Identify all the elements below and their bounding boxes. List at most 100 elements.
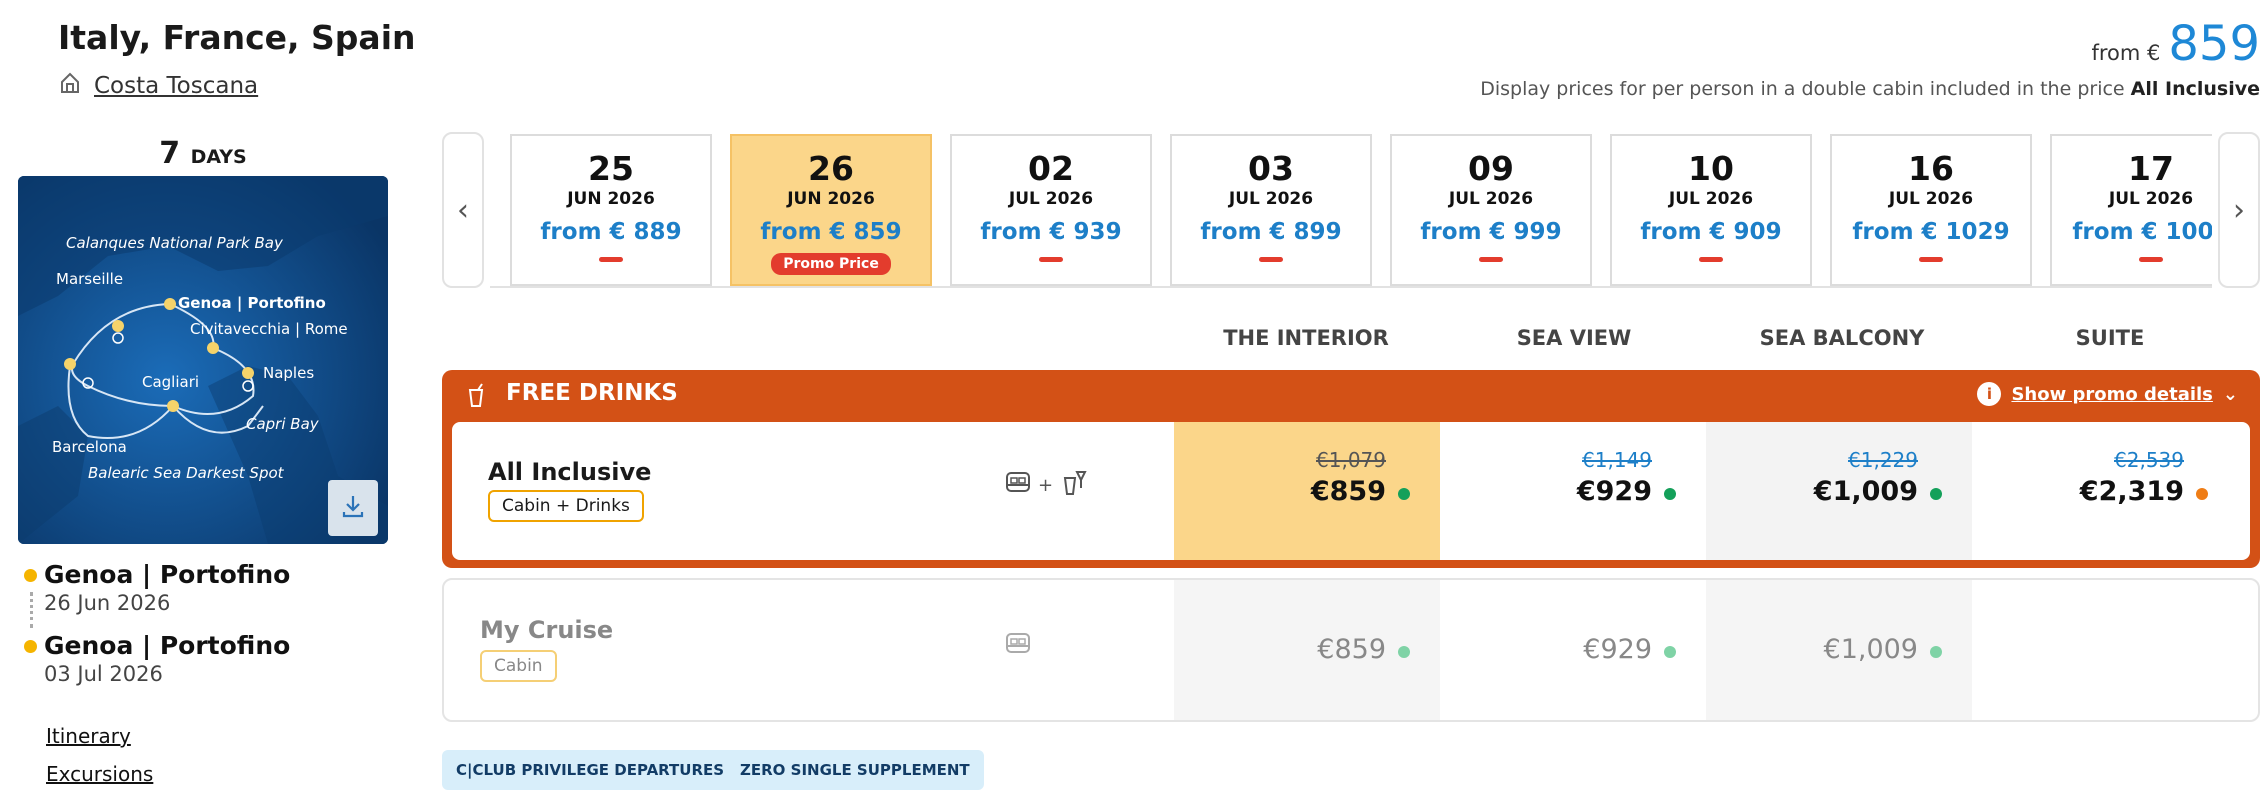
col-header-sea-view: SEA VIEW	[1516, 326, 1632, 350]
availability-bar	[2139, 257, 2163, 262]
date-carousel: 25 JUN 2026 from € 889 26 JUN 2026 from …	[510, 134, 2212, 286]
date-card[interactable]: 10 JUL 2026 from € 909	[1610, 134, 1812, 286]
cruise-duration: 7 DAYS	[18, 136, 388, 171]
map-label: Capri Bay	[246, 415, 320, 433]
map-label: Cagliari	[142, 373, 199, 391]
date-month: JUL 2026	[1228, 189, 1314, 209]
date-month: JUL 2026	[1008, 189, 1094, 209]
price-cell-sea-view[interactable]: €1,149 €929	[1440, 422, 1706, 560]
plus-sign: +	[1038, 474, 1054, 496]
date-month: JUL 2026	[1448, 189, 1534, 209]
date-price: from € 889	[540, 219, 682, 245]
date-day: 16	[1908, 149, 1954, 188]
next-dates-button[interactable]: ›	[2218, 132, 2260, 288]
map-label: Marseille	[56, 270, 123, 288]
availability-bar	[1039, 257, 1063, 262]
date-month: JUN 2026	[787, 189, 875, 209]
availability-bar	[1479, 257, 1503, 262]
carousel-divider	[490, 286, 2212, 288]
map-label: Calanques National Park Bay	[66, 234, 284, 252]
promo-badge: Promo Price	[771, 253, 891, 275]
show-promo-details-link[interactable]: i Show promo details ⌄	[1977, 382, 2238, 406]
price-cell-interior[interactable]: €859	[1174, 580, 1440, 720]
chip-zero-single-supplement: ZERO SINGLE SUPPLEMENT	[726, 750, 984, 790]
disclaimer-bold: All Inclusive	[2130, 78, 2260, 100]
chevron-left-icon: ‹	[457, 192, 469, 228]
days-label: DAYS	[190, 146, 247, 168]
ship-name[interactable]: Costa Toscana	[94, 73, 258, 99]
date-card[interactable]: 09 JUL 2026 from € 999	[1390, 134, 1592, 286]
date-month: JUL 2026	[1888, 189, 1974, 209]
col-header-suite: SUITE	[2075, 326, 2145, 350]
availability-dot	[1930, 488, 1942, 500]
from-price: from € 859	[2091, 16, 2260, 72]
date-day: 03	[1248, 149, 1294, 188]
cocktail-icon	[1059, 468, 1089, 502]
date-price: from € 899	[1200, 219, 1342, 245]
promo-details-label[interactable]: Show promo details	[2011, 384, 2212, 405]
stop-name: Genoa | Portofino	[44, 560, 291, 589]
availability-bar	[1699, 257, 1723, 262]
current-price: €1,009	[1813, 476, 1918, 507]
page-title: Italy, France, Spain	[58, 18, 416, 57]
price-cell-suite[interactable]: €2,539 €2,319	[1972, 422, 2238, 560]
itinerary-stops: Genoa | Portofino 26 Jun 2026 Genoa | Po…	[22, 560, 392, 702]
date-price: from € 999	[1420, 219, 1562, 245]
availability-dot	[1398, 488, 1410, 500]
date-price: from € 1009	[2072, 219, 2212, 245]
map-label: Naples	[263, 364, 314, 382]
download-icon	[340, 493, 366, 523]
drink-icon	[466, 382, 488, 412]
fare-name: My Cruise	[480, 616, 614, 644]
current-price: €929	[1583, 634, 1652, 665]
stop-item: Genoa | Portofino 03 Jul 2026	[22, 631, 392, 686]
from-price-value: 859	[2168, 16, 2260, 72]
current-price: €1,009	[1823, 634, 1918, 665]
days-number: 7	[159, 136, 181, 171]
old-price: €1,229	[1848, 448, 1918, 472]
date-price: from € 859	[760, 219, 902, 245]
stop-date: 03 Jul 2026	[44, 662, 163, 686]
date-card[interactable]: 02 JUL 2026 from € 939	[950, 134, 1152, 286]
chip-cclub-privilege: C|CLUB PRIVILEGE DEPARTURES	[442, 750, 739, 790]
price-cell-sea-view[interactable]: €929	[1440, 580, 1706, 720]
route-map[interactable]: Calanques National Park Bay Marseille Ge…	[18, 176, 388, 544]
current-price: €859	[1317, 634, 1386, 665]
fare-tag: Cabin + Drinks	[488, 490, 644, 522]
stop-date: 26 Jun 2026	[44, 591, 171, 615]
fare-name: All Inclusive	[488, 458, 652, 486]
date-card-selected[interactable]: 26 JUN 2026 from € 859 Promo Price	[730, 134, 932, 286]
ship-link[interactable]: Costa Toscana	[58, 70, 258, 102]
date-month: JUL 2026	[2108, 189, 2194, 209]
date-price: from € 909	[1640, 219, 1782, 245]
excursions-link[interactable]: Excursions	[46, 762, 153, 786]
price-cell-sea-balcony[interactable]: €1,229 €1,009	[1706, 422, 1972, 560]
stop-name: Genoa | Portofino	[44, 631, 291, 660]
chevron-right-icon: ›	[2233, 192, 2245, 228]
itinerary-link[interactable]: Itinerary	[46, 724, 131, 748]
download-map-button[interactable]	[328, 480, 378, 536]
map-label: Civitavecchia | Rome	[190, 320, 348, 338]
current-price: €2,319	[2079, 476, 2184, 507]
price-cell-sea-balcony[interactable]: €1,009	[1706, 580, 1972, 720]
availability-dot	[1930, 646, 1942, 658]
prev-dates-button[interactable]: ‹	[442, 132, 484, 288]
date-card[interactable]: 03 JUL 2026 from € 899	[1170, 134, 1372, 286]
date-day: 26	[808, 149, 854, 188]
availability-bar	[1919, 257, 1943, 262]
date-price: from € 939	[980, 219, 1122, 245]
date-card[interactable]: 25 JUN 2026 from € 889	[510, 134, 712, 286]
map-label: Balearic Sea Darkest Spot	[88, 464, 285, 482]
stop-marker-icon	[24, 569, 37, 582]
col-header-interior: THE INTERIOR	[1223, 326, 1389, 350]
map-label: Barcelona	[52, 438, 127, 456]
date-card[interactable]: 16 JUL 2026 from € 1029	[1830, 134, 2032, 286]
date-day: 09	[1468, 149, 1514, 188]
price-cell-interior[interactable]: €1,079 €859	[1174, 422, 1440, 560]
availability-dot	[1398, 646, 1410, 658]
date-day: 02	[1028, 149, 1074, 188]
info-icon: i	[1977, 382, 2002, 406]
date-card[interactable]: 17 JUL 2026 from € 1009	[2050, 134, 2212, 286]
date-day: 10	[1688, 149, 1734, 188]
date-price: from € 1029	[1852, 219, 2010, 245]
